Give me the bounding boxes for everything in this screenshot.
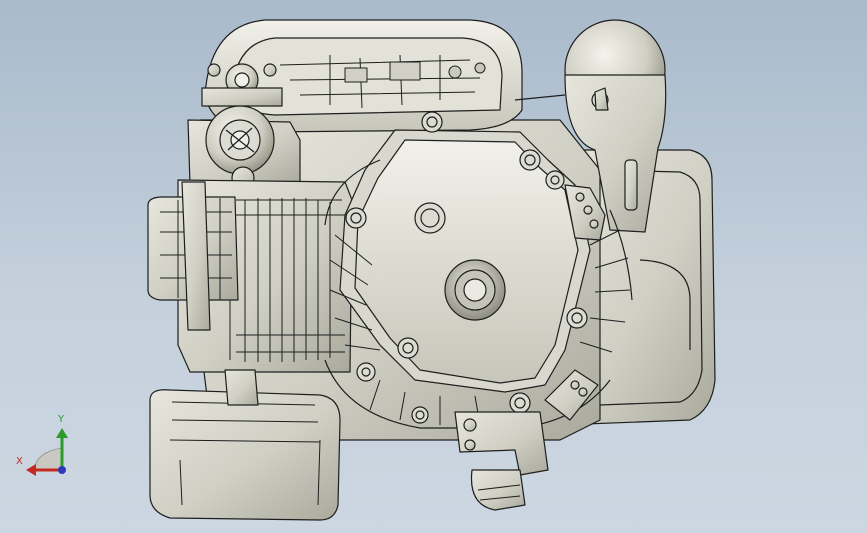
fuel-tank — [149, 389, 341, 521]
triad-z-origin — [58, 466, 66, 474]
air-cleaner-slot — [624, 159, 638, 211]
triad-y-label: Y — [58, 414, 65, 425]
axis-triad — [26, 428, 68, 476]
triad-x-arrow — [26, 464, 36, 476]
filler-neck — [224, 369, 259, 406]
governor-bracket — [201, 87, 283, 107]
triad-x-label: X — [16, 456, 23, 467]
triad-y-arrow — [56, 428, 68, 438]
oil-fill-boss — [414, 202, 446, 234]
cad-viewport[interactable]: Y X — [0, 0, 867, 533]
triad-base — [33, 447, 63, 471]
engine-model[interactable] — [0, 0, 867, 533]
